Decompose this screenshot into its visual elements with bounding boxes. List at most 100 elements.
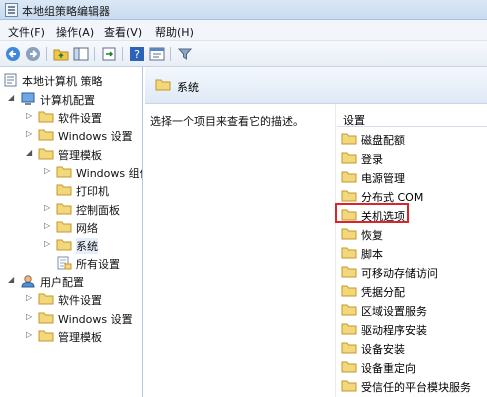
- folder-icon: [341, 284, 357, 300]
- expand-arrow-icon[interactable]: ▷: [26, 331, 34, 339]
- tree-label: 网络: [76, 222, 98, 235]
- details-header: 系统: [145, 67, 487, 104]
- setting-item[interactable]: 磁盘配额: [339, 129, 487, 148]
- forward-icon[interactable]: [25, 46, 43, 62]
- folder-icon: [38, 147, 54, 163]
- menu-bar: 文件(F) 操作(A) 查看(V) 帮助(H): [0, 20, 487, 41]
- tree-label: 本地计算机 策略: [22, 75, 103, 88]
- tree-label: Windows 设置: [58, 130, 133, 143]
- filter-icon[interactable]: [177, 46, 195, 62]
- tree-label: 管理模板: [58, 149, 102, 162]
- expand-arrow-icon[interactable]: ▷: [26, 130, 34, 138]
- collapse-arrow-icon[interactable]: ◢: [26, 149, 34, 157]
- toolbar: ?: [0, 41, 487, 67]
- menu-file[interactable]: 文件(F): [8, 24, 45, 40]
- tree-label: 用户配置: [40, 276, 84, 289]
- tree-label: 管理模板: [58, 331, 102, 344]
- folder-icon: [341, 246, 357, 262]
- setting-item[interactable]: 登录: [339, 148, 487, 167]
- expand-arrow-icon[interactable]: ▷: [44, 240, 52, 248]
- collapse-arrow-icon[interactable]: ◢: [8, 94, 16, 102]
- menu-help[interactable]: 帮助(H): [155, 24, 194, 40]
- window-title: 本地组策略编辑器: [22, 5, 110, 18]
- setting-label: 设备安装: [361, 343, 405, 356]
- setting-label: 登录: [361, 153, 383, 166]
- folder-icon: [341, 379, 357, 395]
- title-bar: 本地组策略编辑器: [0, 0, 487, 20]
- menu-view[interactable]: 查看(V): [104, 24, 142, 40]
- back-icon[interactable]: [5, 46, 23, 62]
- details-title: 系统: [177, 81, 199, 94]
- folder-icon: [38, 329, 54, 345]
- folder-icon: [341, 170, 357, 186]
- setting-item[interactable]: 恢复: [339, 224, 487, 243]
- folder-icon: [56, 238, 72, 254]
- highlight-box: [335, 203, 409, 223]
- tree-label: 打印机: [76, 185, 109, 198]
- setting-label: 脚本: [361, 248, 383, 261]
- folder-icon: [341, 341, 357, 357]
- folder-icon: [38, 110, 54, 126]
- setting-item[interactable]: 凭据分配: [339, 281, 487, 300]
- setting-label: 设备重定向: [361, 362, 416, 375]
- setting-item[interactable]: 驱动程序安装: [339, 319, 487, 338]
- folder-icon: [56, 165, 72, 181]
- folder-icon: [155, 78, 171, 94]
- expand-arrow-icon[interactable]: ▷: [44, 204, 52, 212]
- folder-icon: [38, 128, 54, 144]
- description-text: 选择一个项目来查看它的描述。: [150, 115, 304, 128]
- setting-item[interactable]: 受信任的平台模块服务: [339, 376, 487, 395]
- help-icon[interactable]: ?: [129, 46, 147, 62]
- setting-label: 区域设置服务: [361, 305, 427, 318]
- all-settings-icon: [56, 256, 72, 273]
- setting-item[interactable]: 电源管理: [339, 167, 487, 186]
- computer-icon: [20, 92, 36, 109]
- setting-item[interactable]: 设备重定向: [339, 357, 487, 376]
- policy-document-icon: [4, 73, 17, 90]
- menu-action[interactable]: 操作(A): [56, 24, 94, 40]
- folder-icon: [38, 292, 54, 308]
- tree-label: Windows 设置: [58, 313, 133, 326]
- setting-label: 驱动程序安装: [361, 324, 427, 337]
- export-icon[interactable]: [101, 46, 119, 62]
- column-divider: [335, 104, 336, 397]
- folder-icon: [38, 311, 54, 327]
- folder-icon: [341, 303, 357, 319]
- show-tree-icon[interactable]: [73, 46, 91, 62]
- setting-label: 电源管理: [361, 172, 405, 185]
- tree-label: 软件设置: [58, 294, 102, 307]
- setting-item[interactable]: 可移动存储访问: [339, 262, 487, 281]
- tree-label: 系统: [76, 238, 98, 254]
- expand-arrow-icon[interactable]: ▷: [44, 222, 52, 230]
- folder-icon: [341, 322, 357, 338]
- expand-arrow-icon[interactable]: ▷: [26, 294, 34, 302]
- folder-icon: [56, 183, 72, 199]
- setting-label: 恢复: [361, 229, 383, 242]
- setting-label: 可移动存储访问: [361, 267, 438, 280]
- expand-arrow-icon[interactable]: ▷: [26, 112, 34, 120]
- expand-arrow-icon[interactable]: ▷: [44, 167, 52, 175]
- expand-arrow-icon[interactable]: ▷: [26, 313, 34, 321]
- properties-icon[interactable]: [149, 46, 167, 62]
- setting-label: 磁盘配额: [361, 134, 405, 147]
- setting-item[interactable]: 区域设置服务: [339, 300, 487, 319]
- tree-label: 软件设置: [58, 112, 102, 125]
- tree-label: Windows 组件: [76, 167, 142, 180]
- folder-icon: [341, 360, 357, 376]
- column-header-label: 设置: [343, 114, 365, 127]
- setting-label: 凭据分配: [361, 286, 405, 299]
- settings-column-header[interactable]: 设置: [337, 107, 487, 127]
- tree-label: 计算机配置: [40, 94, 95, 107]
- svg-text:?: ?: [134, 48, 140, 61]
- folder-icon: [341, 151, 357, 167]
- setting-item[interactable]: 脚本: [339, 243, 487, 262]
- collapse-arrow-icon[interactable]: ◢: [8, 276, 16, 284]
- up-folder-icon[interactable]: [53, 46, 71, 62]
- setting-item[interactable]: 设备安装: [339, 338, 487, 357]
- folder-icon: [341, 265, 357, 281]
- navigation-tree: 本地计算机 策略 ◢ 计算机配置 ▷ 软件设置 ▷ Windows 设置 ◢ 管…: [0, 67, 143, 397]
- user-icon: [20, 274, 36, 291]
- toolbar-separator: [122, 47, 123, 61]
- folder-icon: [56, 202, 72, 218]
- folder-icon: [341, 227, 357, 243]
